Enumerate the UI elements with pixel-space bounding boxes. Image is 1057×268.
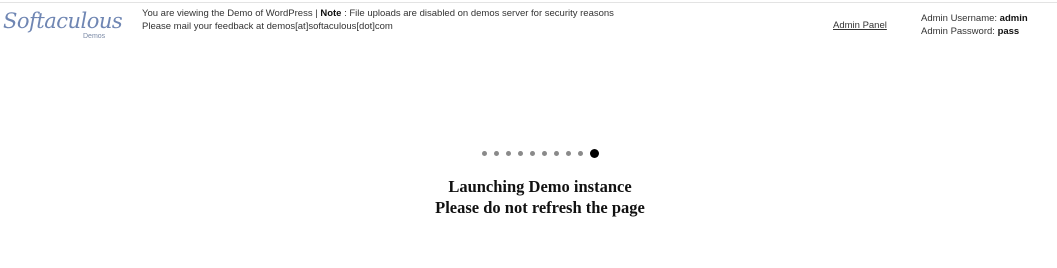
loading-dot: [506, 150, 511, 156]
admin-password-label: Admin Password:: [921, 26, 998, 37]
launch-status-title: Launching Demo instance: [448, 177, 632, 196]
loading-dot: [578, 150, 583, 156]
loading-dot: [554, 150, 559, 156]
notice-note-label: Note: [320, 8, 342, 19]
notice-line-1: You are viewing the Demo of WordPress | …: [142, 7, 614, 20]
notice-app-name: WordPress: [265, 8, 313, 19]
loading-dot: [518, 150, 523, 156]
admin-password-row: Admin Password: pass: [921, 25, 1028, 38]
notice-prefix: You are viewing the Demo of: [142, 8, 266, 19]
admin-username-row: Admin Username: admin: [921, 12, 1028, 25]
logo-wordmark: Softaculous: [3, 9, 123, 33]
loading-dots: [482, 148, 599, 158]
loading-dot: [482, 150, 487, 156]
loading-dot: [566, 150, 571, 156]
softaculous-logo[interactable]: Softaculous Demos: [3, 9, 123, 45]
loading-dot: [494, 150, 499, 156]
admin-panel-link[interactable]: Admin Panel: [833, 20, 887, 31]
demo-notice: You are viewing the Demo of WordPress | …: [142, 7, 614, 33]
loading-dot: [530, 150, 535, 156]
notice-line-2: Please mail your feedback at demos[at]so…: [142, 21, 393, 32]
loading-dot-active: [590, 148, 599, 158]
logo-subtitle: Demos: [83, 33, 106, 40]
demo-header: Softaculous Demos You are viewing the De…: [0, 3, 1057, 43]
admin-password-value: pass: [997, 26, 1020, 37]
loading-dot: [542, 150, 547, 156]
admin-username-label: Admin Username:: [921, 13, 1000, 24]
launch-status: Launching Demo instance Please do not re…: [0, 176, 1057, 218]
admin-credentials: Admin Username: admin Admin Password: pa…: [921, 12, 1028, 38]
admin-username-value: admin: [999, 13, 1028, 24]
launch-status-warning: Please do not refresh the page: [435, 198, 645, 217]
notice-note-text: : File uploads are disabled on demos ser…: [341, 8, 614, 19]
